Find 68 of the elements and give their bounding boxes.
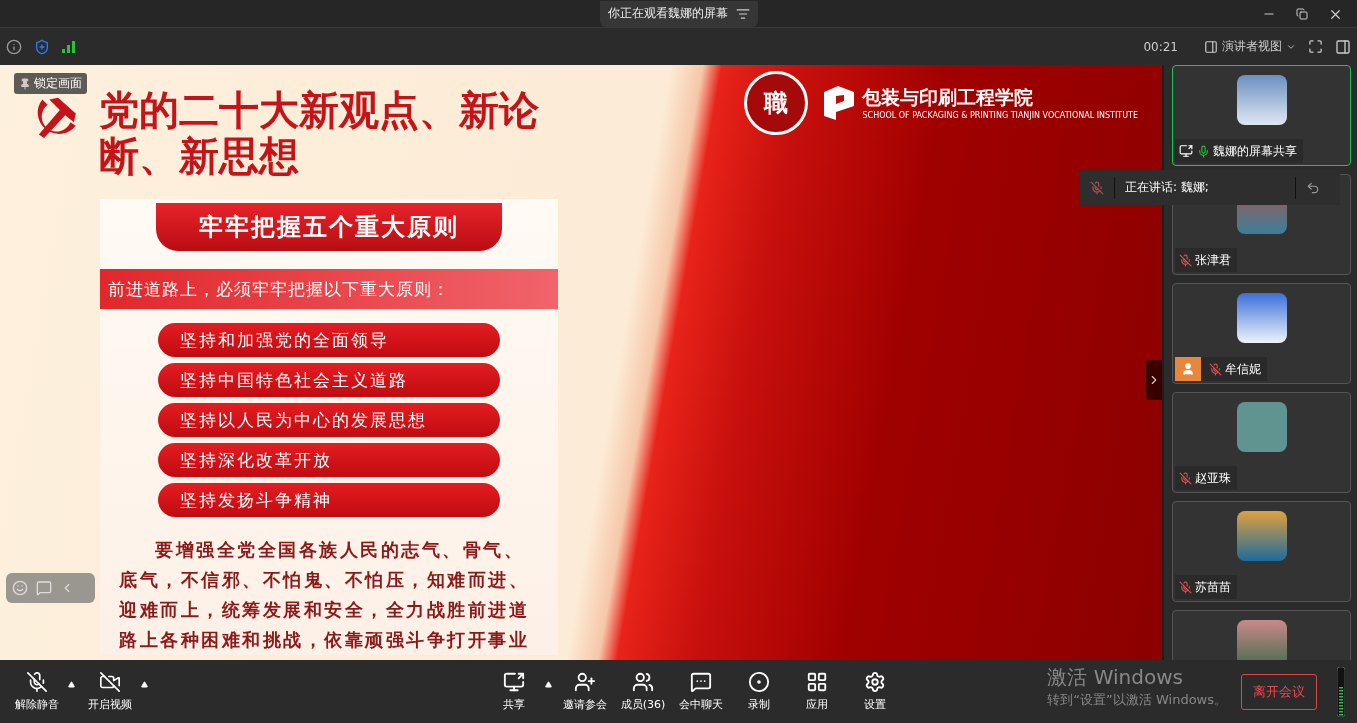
users-icon bbox=[632, 671, 654, 693]
caret-button[interactable] bbox=[545, 681, 552, 688]
leave-meeting-button[interactable]: 离开会议 bbox=[1241, 673, 1317, 710]
principle-pill: 坚持中国特色社会主义道路 bbox=[158, 363, 500, 397]
lock-view-button[interactable]: 锁定画面 bbox=[14, 73, 87, 94]
principle-pill: 坚持和加强党的全面领导 bbox=[158, 323, 500, 357]
avatar-photo-placeholder bbox=[1236, 293, 1287, 343]
school-seal: 職 bbox=[744, 71, 809, 135]
activation-text: 转到“设置”以激活 Windows。 bbox=[1047, 691, 1227, 709]
info-icon[interactable] bbox=[6, 38, 22, 55]
poster-paragraph: 要增强全党全国各族人民的志气、骨气、底气，不信邪、不怕鬼、不怕压，知难而进、迎难而上，统筹发展和安全，全力战胜前进道路上各种困难和挑战，依靠顽强斗争打开事业 bbox=[119, 538, 530, 652]
signal-icon[interactable] bbox=[62, 40, 76, 53]
expand-handle[interactable] bbox=[1146, 360, 1162, 400]
chat-icon bbox=[690, 671, 712, 693]
reply-icon[interactable] bbox=[1306, 180, 1320, 195]
apps-icon bbox=[806, 671, 828, 693]
caret-button[interactable] bbox=[68, 681, 75, 688]
activation-title: 激活 Windows bbox=[1047, 664, 1184, 691]
avatar-photo-placeholder bbox=[1236, 620, 1287, 660]
school-logo-icon bbox=[824, 85, 855, 120]
participant-tile[interactable]: 赵亚珠 bbox=[1172, 392, 1351, 493]
mic-off-icon bbox=[1090, 180, 1104, 195]
toolbar-button[interactable]: 邀请参会 bbox=[560, 667, 610, 716]
layout-icon bbox=[1204, 39, 1218, 54]
toolbar-button[interactable]: 设置 bbox=[850, 667, 900, 716]
principle-pill: 坚持发扬斗争精神 bbox=[158, 483, 500, 517]
view-mode-dropdown[interactable]: 演讲者视图 bbox=[1204, 38, 1296, 55]
avatar-photo-placeholder bbox=[1236, 75, 1287, 125]
pin-icon bbox=[19, 77, 31, 90]
toolbar-button[interactable]: 解除静音 bbox=[12, 667, 62, 716]
slide-title: 党的二十大新观点、新论断、新思想 bbox=[98, 87, 540, 179]
record-icon bbox=[748, 671, 770, 693]
toolbar-button[interactable]: 录制 bbox=[734, 667, 784, 716]
participant-name: 魏娜的屏幕共享 bbox=[1213, 142, 1297, 160]
principle-pill: 坚持深化改革开放 bbox=[158, 443, 500, 477]
participant-tile[interactable]: 牟信妮 bbox=[1172, 283, 1351, 384]
toolbar-button[interactable]: 共享 bbox=[489, 667, 539, 716]
screen-share-icon bbox=[503, 671, 525, 693]
school-name: 包装与印刷工程学院 bbox=[862, 85, 1035, 110]
shield-icon[interactable] bbox=[34, 38, 50, 55]
participant-name: 张津君 bbox=[1195, 251, 1231, 269]
restore-icon[interactable] bbox=[1296, 8, 1308, 20]
participant-name: 苏苗苗 bbox=[1195, 578, 1231, 596]
menu-icon[interactable] bbox=[735, 6, 750, 21]
add-user-icon bbox=[574, 671, 596, 693]
participant-tile[interactable]: 苏苗苗 bbox=[1172, 501, 1351, 602]
participant-name: 牟信妮 bbox=[1225, 360, 1261, 378]
meeting-timer: 00:21 bbox=[1143, 39, 1178, 54]
toolbar-button[interactable]: 开启视频 bbox=[85, 667, 135, 716]
toolbar-button[interactable]: 应用 bbox=[792, 667, 842, 716]
camera-off-icon bbox=[99, 671, 121, 693]
caret-button[interactable] bbox=[141, 681, 148, 688]
participant-tile[interactable]: 魏娜的屏幕共享 bbox=[1172, 65, 1351, 166]
fullscreen-icon[interactable] bbox=[1308, 39, 1323, 54]
toolbar-button[interactable]: 会中聊天 bbox=[676, 667, 726, 716]
participant-name: 赵亚珠 bbox=[1195, 469, 1231, 487]
avatar-photo-placeholder bbox=[1236, 511, 1287, 561]
avatar-photo-placeholder bbox=[1236, 402, 1287, 452]
poster-heading: 牢牢把握五个重大原则 bbox=[156, 203, 502, 251]
window-title: 你正在观看魏娜的屏幕 bbox=[607, 5, 728, 22]
toolbar-button[interactable]: 成员(36) bbox=[618, 667, 668, 716]
poster-lead: 前进道路上，必须牢牢把握以下重大原则： bbox=[100, 269, 558, 309]
mic-off-icon bbox=[26, 671, 48, 693]
volume-meter-icon bbox=[1337, 666, 1345, 717]
school-subtitle: SCHOOL OF PACKAGING & PRINTING TIANJIN VOCATIONAL INSTITUTE bbox=[862, 111, 1138, 120]
sidebar-toggle-icon[interactable] bbox=[1335, 38, 1351, 55]
settings-icon bbox=[864, 671, 886, 693]
principle-pill: 坚持以人民为中心的发展思想 bbox=[158, 403, 500, 437]
